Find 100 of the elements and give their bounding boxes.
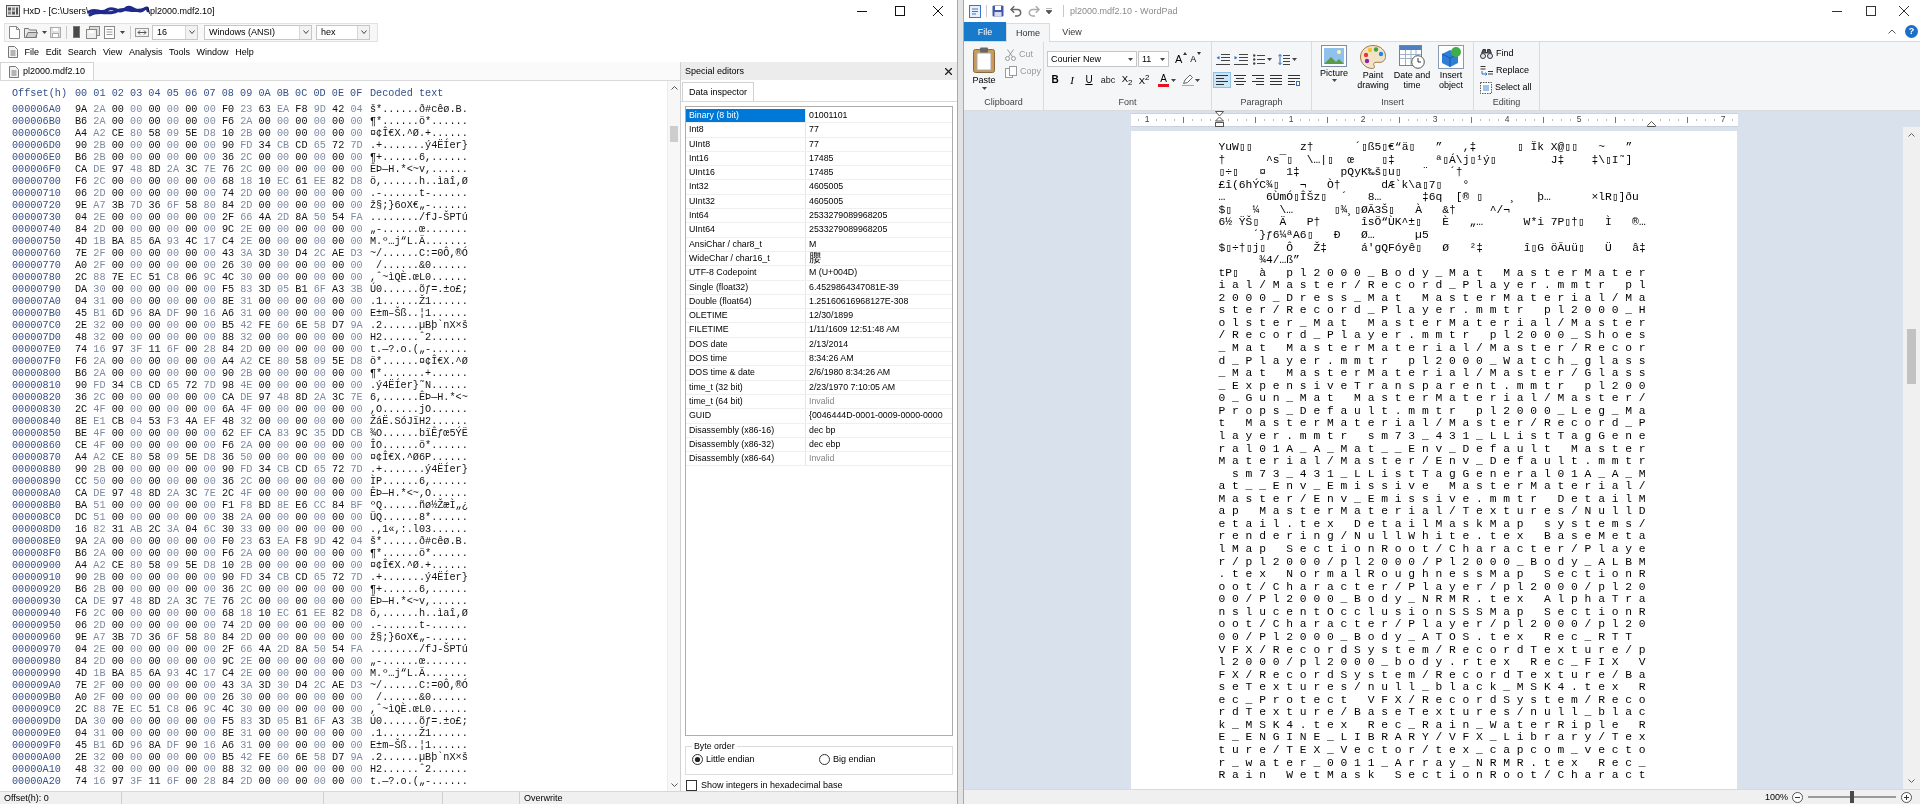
field-name-cell[interactable]: Int16 [686,151,806,166]
picture-button[interactable]: Picture [1315,45,1353,96]
insert-object-button[interactable]: Insert object [1432,45,1470,96]
scrollbar[interactable] [1903,127,1920,789]
file-menu-tab[interactable]: File [964,22,1006,41]
menu-item[interactable]: File [24,46,40,58]
decrease-indent-icon[interactable] [1216,53,1230,65]
menu-item[interactable]: Search [67,46,97,58]
underline-button[interactable]: U [1081,72,1097,88]
radio-button[interactable] [819,754,830,766]
bytes-per-row-dropdown[interactable]: 16 [152,24,198,40]
inspector-tab[interactable]: Data inspector [682,82,755,101]
bullet-list-button[interactable] [1253,53,1272,65]
undo-icon[interactable] [1010,5,1022,17]
scrollbar[interactable] [667,81,680,791]
scrollbar-thumb[interactable] [1907,329,1916,384]
menu-item[interactable]: Tools [169,46,190,58]
ribbon-tab[interactable]: View [1050,23,1094,41]
align-left-button[interactable] [1213,72,1231,88]
caret-icon[interactable] [120,30,125,34]
font-family-dropdown[interactable]: Courier New [1047,51,1137,67]
radio-label[interactable]: Big endian [833,754,876,765]
field-name-cell[interactable]: Int32 [686,180,806,194]
scrollbar-thumb[interactable] [670,126,678,142]
app-icon[interactable] [969,4,981,18]
replace-button[interactable]: Replace [1480,63,1539,78]
zoom-in-icon[interactable] [1901,791,1912,803]
align-center-button[interactable] [1231,72,1249,88]
scroll-up-icon[interactable] [1908,133,1915,137]
increase-indent-icon[interactable] [1234,53,1248,65]
field-name-cell[interactable]: Disassembly (x86-32) [686,437,806,452]
new-file-icon[interactable] [9,25,20,39]
ribbon-tab[interactable]: Home [1006,23,1050,42]
highlight-button[interactable] [1182,72,1200,88]
field-name-cell[interactable]: UInt64 [686,223,806,237]
checkbox[interactable] [686,780,697,791]
radio-label[interactable]: Little endian [706,754,755,765]
minimize-icon[interactable] [857,10,867,12]
font-size-dropdown[interactable]: 11 [1138,51,1169,67]
menu-item[interactable]: Edit [45,46,62,58]
date-time-button[interactable]: Date and time [1393,45,1431,96]
menu-item[interactable]: View [102,46,123,58]
italic-button[interactable]: I [1064,72,1080,88]
menu-item[interactable]: Help [235,46,254,58]
help-button[interactable]: ? [1905,25,1918,38]
field-name-cell[interactable]: UInt32 [686,194,806,209]
field-name-cell[interactable]: Single (float32) [686,280,806,294]
document-tab[interactable]: pl2000.mdf2.10 [0,62,95,80]
caret-icon[interactable] [42,30,47,34]
arrows-icon[interactable] [135,27,149,37]
maximize-icon[interactable] [895,6,905,16]
field-name-cell[interactable]: Binary (8 bit) [686,109,806,123]
radio-button[interactable] [692,754,703,766]
line-spacing-button[interactable] [1278,53,1297,65]
shrink-font-button[interactable]: A [1190,52,1202,66]
collapse-ribbon-icon[interactable] [1888,29,1896,34]
strikethrough-button[interactable]: abc [1098,72,1118,88]
close-icon[interactable] [1898,6,1909,16]
offset-base-dropdown[interactable]: hex [316,24,370,40]
scroll-down-icon[interactable] [670,783,678,787]
paragraph-settings-icon[interactable] [1288,74,1300,86]
align-right-button[interactable] [1249,72,1267,88]
scroll-down-icon[interactable] [1908,779,1915,783]
field-name-cell[interactable]: WideChar / char16_t [686,251,806,266]
indent-marker-icon[interactable] [1214,111,1224,127]
field-name-cell[interactable]: GUID [686,409,806,423]
field-name-cell[interactable]: UTF-8 Codepoint [686,266,806,280]
caret-icon[interactable] [1046,8,1052,14]
field-name-cell[interactable]: UInt8 [686,137,806,151]
field-name-cell[interactable]: UInt16 [686,166,806,180]
field-name-cell[interactable]: DOS time & date [686,366,806,380]
paste-button[interactable]: Paste [966,42,1002,96]
page-icon[interactable] [104,25,115,39]
zoom-out-icon[interactable] [1792,791,1803,803]
scroll-up-icon[interactable] [670,86,678,90]
select-all-button[interactable]: Select all [1480,80,1539,95]
field-name-cell[interactable]: FILETIME [686,323,806,337]
slider-thumb[interactable] [1850,791,1854,803]
field-name-cell[interactable]: Int64 [686,209,806,223]
paint-drawing-button[interactable]: Paint drawing [1354,45,1392,96]
checkbox-label[interactable]: Show integers in hexadecimal base [701,780,843,791]
menu-item[interactable]: Analysis [128,46,163,58]
justify-button[interactable] [1267,72,1285,88]
bold-button[interactable]: B [1047,72,1063,88]
field-name-cell[interactable]: DOS date [686,337,806,352]
superscript-button[interactable]: X$^{2}$ [1136,72,1152,88]
field-name-cell[interactable]: DOS time [686,352,806,366]
save-icon[interactable] [992,5,1004,17]
charset-dropdown[interactable]: Windows (ANSI) [204,24,312,40]
grow-font-button[interactable]: A [1175,52,1188,66]
field-name-cell[interactable]: time_t (32 bit) [686,380,806,394]
font-color-button[interactable]: A [1155,72,1179,88]
menu-item[interactable]: Window [196,46,229,58]
minimize-icon[interactable] [1832,10,1842,12]
find-button[interactable]: Find [1480,46,1539,61]
field-name-cell[interactable]: AnsiChar / char8_t [686,237,806,251]
document-icon[interactable] [8,46,18,58]
field-name-cell[interactable]: OLETIME [686,309,806,323]
subscript-button[interactable]: X$_{2}$ [1119,72,1135,88]
field-name-cell[interactable]: Disassembly (x86-16) [686,423,806,437]
